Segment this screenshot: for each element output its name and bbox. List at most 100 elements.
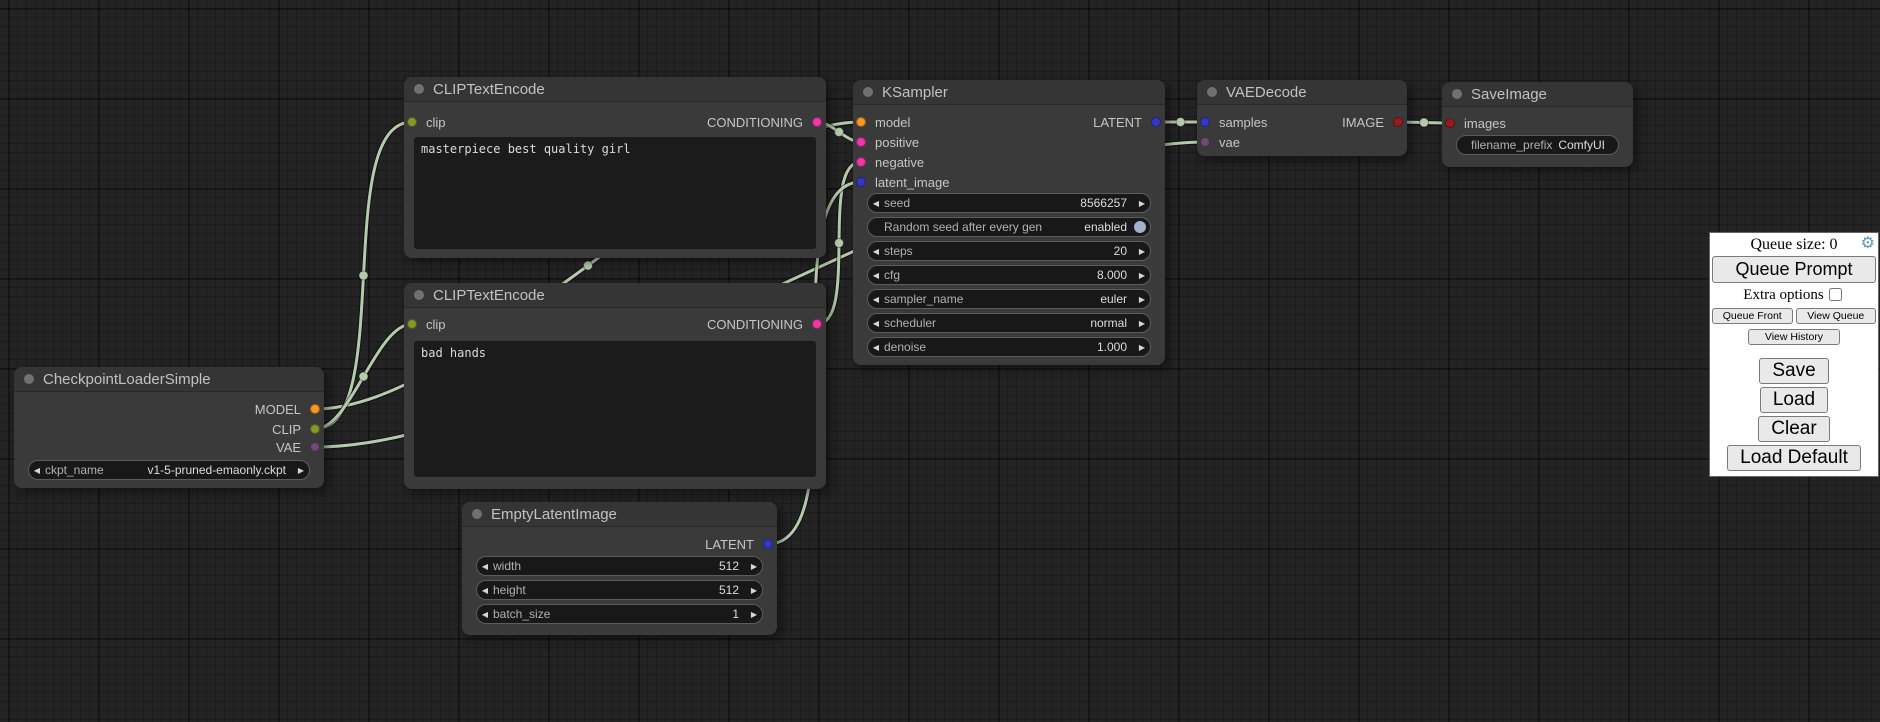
node-title-label: CLIPTextEncode xyxy=(433,81,545,98)
widget-left-arrow-icon[interactable]: ◀ xyxy=(477,610,493,619)
toggle-dot[interactable] xyxy=(1134,221,1146,233)
widget-value: ComfyUI xyxy=(1558,138,1618,152)
node-empty-latent[interactable]: EmptyLatentImageLATENT◀width512▶◀height5… xyxy=(462,502,777,635)
output-port-LATENT[interactable] xyxy=(763,539,773,549)
node-clip-encode-positive[interactable]: CLIPTextEncodeclipCONDITIONINGmasterpiec… xyxy=(404,77,826,258)
slot-label: latent_image xyxy=(875,175,949,190)
widget-right-arrow-icon[interactable]: ▶ xyxy=(746,562,762,571)
node-title-label: CheckpointLoaderSimple xyxy=(43,371,211,388)
widget-right-arrow-icon[interactable]: ▶ xyxy=(746,586,762,595)
settings-gear-icon[interactable]: ⚙ xyxy=(1861,235,1875,253)
node-clip-encode-negative[interactable]: CLIPTextEncodeclipCONDITIONINGbad hands xyxy=(404,283,826,489)
widget-label: batch_size xyxy=(493,607,550,621)
input-port-clip[interactable] xyxy=(407,117,417,127)
input-port-vae[interactable] xyxy=(1200,137,1210,147)
slot-label: negative xyxy=(875,155,924,170)
widget-sampler_name[interactable]: ◀sampler_nameeuler▶ xyxy=(867,289,1151,309)
input-port-samples[interactable] xyxy=(1200,117,1210,127)
node-title-bar[interactable]: KSampler xyxy=(853,80,1165,105)
comfy-menu: Queue size: 0 ⚙ Queue Prompt Extra optio… xyxy=(1709,232,1879,477)
widget-batch_size[interactable]: ◀batch_size1▶ xyxy=(476,604,763,624)
input-port-model[interactable] xyxy=(856,117,866,127)
widget-right-arrow-icon[interactable]: ▶ xyxy=(1134,295,1150,304)
output-port-CONDITIONING[interactable] xyxy=(812,117,822,127)
widget-left-arrow-icon[interactable]: ◀ xyxy=(868,295,884,304)
menu-header: Queue size: 0 ⚙ xyxy=(1712,235,1876,255)
widget-right-arrow-icon[interactable]: ▶ xyxy=(1134,271,1150,280)
output-port-VAE[interactable] xyxy=(310,442,320,452)
widget-right-arrow-icon[interactable]: ▶ xyxy=(746,610,762,619)
widget-left-arrow-icon[interactable]: ◀ xyxy=(29,466,45,475)
node-title-bar[interactable]: CLIPTextEncode xyxy=(404,283,826,308)
output-port-CLIP[interactable] xyxy=(310,424,320,434)
node-save-image[interactable]: SaveImageimagesfilename_prefixComfyUI xyxy=(1442,82,1633,167)
widget-label: Random seed after every gen xyxy=(884,220,1042,234)
widget-height[interactable]: ◀height512▶ xyxy=(476,580,763,600)
widget-filename_prefix[interactable]: filename_prefixComfyUI xyxy=(1456,135,1619,155)
widget-cfg[interactable]: ◀cfg8.000▶ xyxy=(867,265,1151,285)
widget-right-arrow-icon[interactable]: ▶ xyxy=(1134,343,1150,352)
view-history-button[interactable]: View History xyxy=(1748,329,1840,345)
widget-left-arrow-icon[interactable]: ◀ xyxy=(477,562,493,571)
slot-label: LATENT xyxy=(705,537,754,552)
node-title-bar[interactable]: EmptyLatentImage xyxy=(462,502,777,527)
node-graph-canvas[interactable]: CheckpointLoaderSimpleMODELCLIPVAE◀ckpt_… xyxy=(0,0,1880,722)
widget-left-arrow-icon[interactable]: ◀ xyxy=(868,319,884,328)
input-port-images[interactable] xyxy=(1445,118,1455,128)
node-title-label: EmptyLatentImage xyxy=(491,506,617,523)
load-button[interactable]: Load xyxy=(1760,387,1828,413)
widget-label: ckpt_name xyxy=(45,463,104,477)
widget-label: width xyxy=(493,559,521,573)
prompt-text-field[interactable]: bad hands xyxy=(414,341,816,477)
input-port-latent_image[interactable] xyxy=(856,177,866,187)
widget-left-arrow-icon[interactable]: ◀ xyxy=(868,199,884,208)
output-port-MODEL[interactable] xyxy=(310,404,320,414)
output-slot-IMAGE: IMAGE xyxy=(1342,114,1403,130)
widget-left-arrow-icon[interactable]: ◀ xyxy=(477,586,493,595)
extra-options-checkbox[interactable] xyxy=(1829,288,1842,301)
output-port-CONDITIONING[interactable] xyxy=(812,319,822,329)
widget-width[interactable]: ◀width512▶ xyxy=(476,556,763,576)
widget-left-arrow-icon[interactable]: ◀ xyxy=(868,247,884,256)
node-ksampler[interactable]: KSamplermodelpositivenegativelatent_imag… xyxy=(853,80,1165,365)
node-title-bar[interactable]: VAEDecode xyxy=(1197,80,1407,105)
output-port-IMAGE[interactable] xyxy=(1393,117,1403,127)
prompt-text-field[interactable]: masterpiece best quality girl xyxy=(414,137,816,249)
queue-buttons-row: Queue Front View Queue xyxy=(1712,308,1876,324)
widget-value: normal xyxy=(1090,316,1134,330)
widget-right-arrow-icon[interactable]: ▶ xyxy=(1134,199,1150,208)
widget-left-arrow-icon[interactable]: ◀ xyxy=(868,271,884,280)
widget-value: 20 xyxy=(1114,244,1134,258)
node-title-bar[interactable]: CheckpointLoaderSimple xyxy=(14,367,324,392)
input-port-positive[interactable] xyxy=(856,137,866,147)
widget-random-seed-after-every-gen[interactable]: Random seed after every genenabled xyxy=(867,217,1151,237)
nodes-layer: CheckpointLoaderSimpleMODELCLIPVAE◀ckpt_… xyxy=(0,0,1880,722)
widget-seed[interactable]: ◀seed8566257▶ xyxy=(867,193,1151,213)
node-title-bar[interactable]: SaveImage xyxy=(1442,82,1633,107)
input-port-clip[interactable] xyxy=(407,319,417,329)
widget-scheduler[interactable]: ◀schedulernormal▶ xyxy=(867,313,1151,333)
input-port-negative[interactable] xyxy=(856,157,866,167)
widget-right-arrow-icon[interactable]: ▶ xyxy=(1134,247,1150,256)
node-title-label: CLIPTextEncode xyxy=(433,287,545,304)
queue-front-button[interactable]: Queue Front xyxy=(1712,308,1793,324)
output-port-LATENT[interactable] xyxy=(1151,117,1161,127)
widget-denoise[interactable]: ◀denoise1.000▶ xyxy=(867,337,1151,357)
widget-ckpt_name[interactable]: ◀ckpt_namev1-5-pruned-emaonly.ckpt▶ xyxy=(28,460,310,480)
node-checkpoint-loader[interactable]: CheckpointLoaderSimpleMODELCLIPVAE◀ckpt_… xyxy=(14,367,324,488)
widget-value: 512 xyxy=(719,583,746,597)
clear-button[interactable]: Clear xyxy=(1758,416,1829,442)
widget-right-arrow-icon[interactable]: ▶ xyxy=(1134,319,1150,328)
widget-left-arrow-icon[interactable]: ◀ xyxy=(868,343,884,352)
widget-right-arrow-icon[interactable]: ▶ xyxy=(293,466,309,475)
node-title-dot xyxy=(414,84,424,94)
queue-prompt-button[interactable]: Queue Prompt xyxy=(1712,256,1876,283)
input-slot-samples: samples xyxy=(1200,114,1267,130)
node-title-bar[interactable]: CLIPTextEncode xyxy=(404,77,826,102)
view-queue-button[interactable]: View Queue xyxy=(1796,308,1877,324)
node-vae-decode[interactable]: VAEDecodesamplesvaeIMAGE xyxy=(1197,80,1407,156)
queue-size-label: Queue size: 0 xyxy=(1750,236,1837,253)
save-button[interactable]: Save xyxy=(1759,358,1828,384)
load-default-button[interactable]: Load Default xyxy=(1727,445,1861,471)
widget-steps[interactable]: ◀steps20▶ xyxy=(867,241,1151,261)
